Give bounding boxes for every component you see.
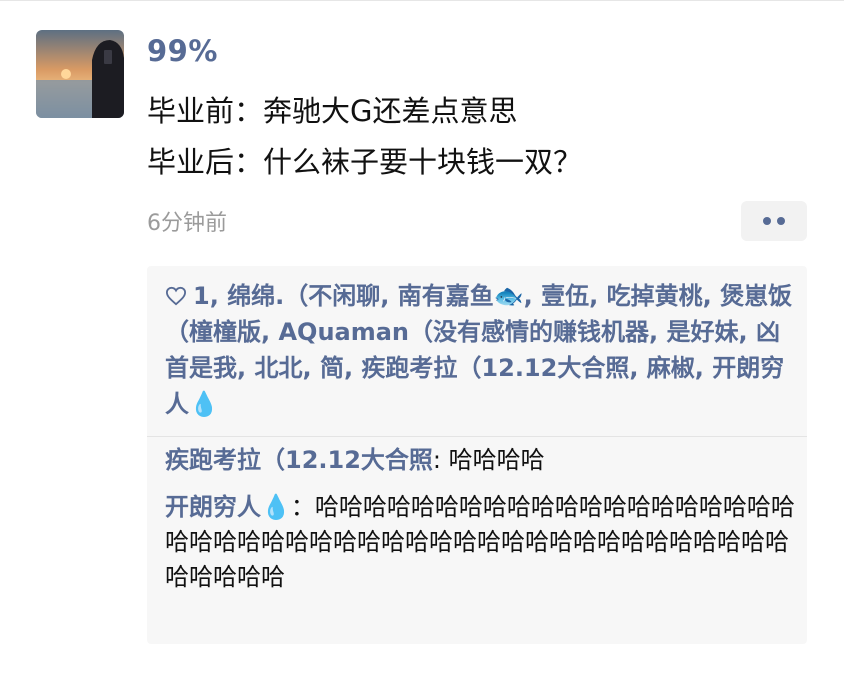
comment-item[interactable]: 疾跑考拉（12.12大合照: 哈哈哈哈 [165,443,797,478]
likes-names[interactable]: 绵绵.（不闲聊, 南有嘉鱼🐟, 壹伍, 吃掉黄桃, 煲崽饭（橦橦版, AQuam… [165,282,792,418]
more-dots-icon [777,217,785,225]
comment-separator: ： [290,493,315,521]
top-divider [0,0,844,1]
post-username[interactable]: 99% [147,34,218,68]
more-actions-button[interactable] [741,201,807,241]
post-timestamp: 6分钟前 [147,211,227,236]
likes-list[interactable]: 1, 绵绵.（不闲聊, 南有嘉鱼🐟, 壹伍, 吃掉黄桃, 煲崽饭（橦橦版, AQ… [165,278,797,422]
comment-author[interactable]: 疾跑考拉（12.12大合照 [165,446,433,474]
comment-author[interactable]: 开朗穷人💧 [165,493,291,521]
interaction-panel: 1, 绵绵.（不闲聊, 南有嘉鱼🐟, 壹伍, 吃掉黄桃, 煲崽饭（橦橦版, AQ… [147,266,807,644]
heart-outline-icon [165,286,187,306]
post-line: 毕业后：什么袜子要十块钱一双？ [147,145,583,179]
avatar-sunset-image [36,30,124,118]
likes-divider [147,436,807,437]
comment-text: 哈哈哈哈 [448,446,545,474]
comment-separator: : [432,446,449,474]
post-line: 毕业前：奔驰大G还差点意思 [147,94,518,128]
likes-count: 1 [193,282,210,310]
more-dots-icon [763,217,771,225]
avatar[interactable] [36,30,124,118]
comment-item[interactable]: 开朗穷人💧：哈哈哈哈哈哈哈哈哈哈哈哈哈哈哈哈哈哈哈哈哈哈哈哈哈哈哈哈哈哈哈哈哈哈… [165,490,797,595]
post-content: 毕业前：奔驰大G还差点意思 毕业后：什么袜子要十块钱一双？ [147,86,582,188]
